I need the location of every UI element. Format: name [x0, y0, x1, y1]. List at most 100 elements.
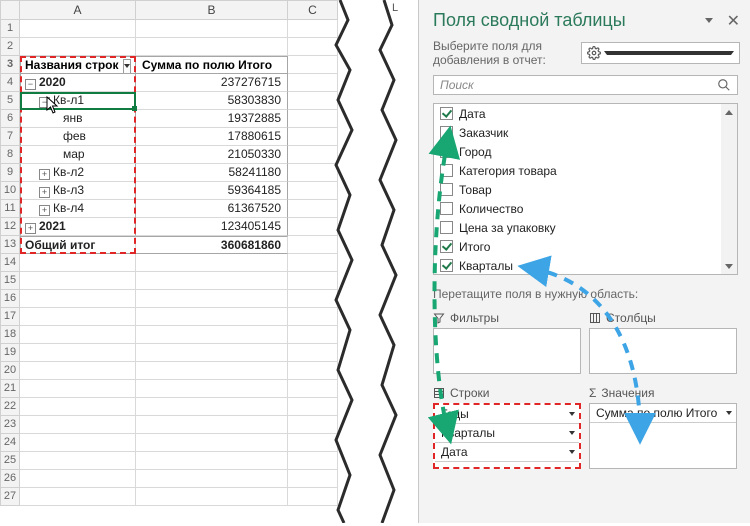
expand-icon[interactable]: + [39, 205, 50, 216]
zone-rows[interactable]: Строки Годы Кварталы Дата [433, 382, 581, 469]
zone-item-label: Дата [441, 445, 468, 459]
field-name[interactable]: Заказчик [459, 126, 508, 140]
field-name[interactable]: Итого [459, 240, 490, 254]
field-name[interactable]: Количество [459, 202, 523, 216]
spreadsheet-grid[interactable]: A B C 1 2 3 Названия строк Сумма по полю… [0, 0, 340, 506]
zone-label: Фильтры [450, 311, 499, 325]
field-name[interactable]: Цена за упаковку [459, 221, 556, 235]
pivot-row-label: Кв-л4 [53, 201, 84, 215]
row-head[interactable]: 11 [0, 200, 20, 218]
field-name[interactable]: Город [459, 145, 491, 159]
row-head[interactable]: 18 [0, 326, 20, 344]
row-head[interactable]: 24 [0, 434, 20, 452]
row-head[interactable]: 1 [0, 20, 20, 38]
pane-layout-button[interactable] [581, 42, 741, 64]
pivot-row-value: 123405145 [136, 218, 288, 236]
chevron-down-icon[interactable] [569, 412, 575, 416]
row-head[interactable]: 14 [0, 254, 20, 272]
field-checkbox[interactable] [440, 202, 453, 215]
grand-total-row: 13 Общий итог 360681860 [0, 236, 340, 254]
expand-icon[interactable]: + [39, 187, 50, 198]
expand-icon[interactable]: + [39, 169, 50, 180]
expand-icon[interactable]: − [25, 79, 36, 90]
field-name[interactable]: Категория товара [459, 164, 557, 178]
row-head[interactable]: 20 [0, 362, 20, 380]
field-name[interactable]: Дата [459, 107, 486, 121]
field-checkbox[interactable] [440, 164, 453, 177]
pivot-row-label: янв [63, 111, 83, 125]
row-head[interactable]: 23 [0, 416, 20, 434]
zone-columns[interactable]: Столбцы [589, 307, 737, 374]
field-checkbox[interactable] [440, 259, 453, 272]
values-header: Сумма по полю Итого [136, 56, 288, 74]
chevron-down-icon[interactable] [726, 411, 732, 415]
pivot-row-value: 21050330 [136, 146, 288, 164]
zone-values[interactable]: ΣЗначения Сумма по полю Итого [589, 382, 737, 469]
field-list-scrollbar[interactable] [721, 104, 737, 274]
pane-close-button[interactable]: ✕ [727, 11, 740, 31]
field-checkbox[interactable] [440, 240, 453, 253]
zone-filters[interactable]: Фильтры [433, 307, 581, 374]
col-head-b[interactable]: B [136, 0, 288, 20]
row-head[interactable]: 15 [0, 272, 20, 290]
row-head[interactable]: 26 [0, 470, 20, 488]
pane-collapse-icon[interactable] [705, 18, 713, 23]
rows-icon [433, 387, 445, 399]
chevron-down-icon[interactable] [569, 431, 575, 435]
pivot-row-value: 58303830 [136, 92, 288, 110]
row-head[interactable]: 27 [0, 488, 20, 506]
collapse-icon[interactable]: − [39, 97, 50, 108]
row-head[interactable]: 2 [0, 38, 20, 56]
row-head[interactable]: 10 [0, 182, 20, 200]
chevron-down-icon[interactable] [569, 450, 575, 454]
row-head[interactable]: 22 [0, 398, 20, 416]
search-placeholder: Поиск [440, 78, 717, 92]
row-head[interactable]: 12 [0, 218, 20, 236]
scroll-up-icon[interactable] [721, 104, 737, 120]
pivot-row-label: Кв-л2 [53, 165, 84, 179]
pivot-row-value: 237276715 [136, 74, 288, 92]
pivot-row-label: 2020 [39, 75, 66, 89]
rows-item[interactable]: Кварталы [435, 424, 579, 443]
pivot-row-value: 58241180 [136, 164, 288, 182]
field-checkbox[interactable] [440, 183, 453, 196]
grand-total-label: Общий итог [20, 236, 136, 254]
pivot-row-label: мар [63, 147, 85, 161]
row-head[interactable]: 5 [0, 92, 20, 110]
field-name[interactable]: Товар [459, 183, 492, 197]
rowlabels-filter-button[interactable] [123, 59, 131, 74]
field-checkbox[interactable] [440, 107, 453, 120]
row-head[interactable]: 3 [0, 56, 20, 74]
zone-item-label: Годы [441, 407, 469, 421]
row-head[interactable]: 25 [0, 452, 20, 470]
row-head[interactable]: 9 [0, 164, 20, 182]
pane-title: Поля сводной таблицы [433, 10, 705, 31]
scroll-down-icon[interactable] [721, 258, 737, 274]
rows-item[interactable]: Годы [435, 405, 579, 424]
pivot-header-row: 3 Названия строк Сумма по полю Итого [0, 56, 340, 74]
row-head[interactable]: 17 [0, 308, 20, 326]
pivot-row-label: 2021 [39, 219, 66, 233]
expand-icon[interactable]: + [25, 223, 36, 234]
pivot-row-label: фев [63, 129, 86, 143]
row-head[interactable]: 4 [0, 74, 20, 92]
field-checkbox[interactable] [440, 126, 453, 139]
row-head[interactable]: 16 [0, 290, 20, 308]
row-head[interactable]: 8 [0, 146, 20, 164]
search-icon [717, 78, 731, 92]
col-head-a[interactable]: A [20, 0, 136, 20]
row-head[interactable]: 13 [0, 236, 20, 254]
rows-item[interactable]: Дата [435, 443, 579, 462]
field-checkbox[interactable] [440, 145, 453, 158]
field-search-input[interactable]: Поиск [433, 75, 738, 95]
field-checkbox[interactable] [440, 221, 453, 234]
row-head[interactable]: 7 [0, 128, 20, 146]
gear-icon [587, 46, 601, 60]
row-head[interactable]: 21 [0, 380, 20, 398]
col-head-c[interactable]: C [288, 0, 338, 20]
field-name[interactable]: Кварталы [459, 259, 513, 273]
values-item[interactable]: Сумма по полю Итого [590, 404, 736, 423]
field-list[interactable]: Дата Заказчик Город Категория товара Тов… [433, 103, 738, 275]
row-head[interactable]: 6 [0, 110, 20, 128]
row-head[interactable]: 19 [0, 344, 20, 362]
